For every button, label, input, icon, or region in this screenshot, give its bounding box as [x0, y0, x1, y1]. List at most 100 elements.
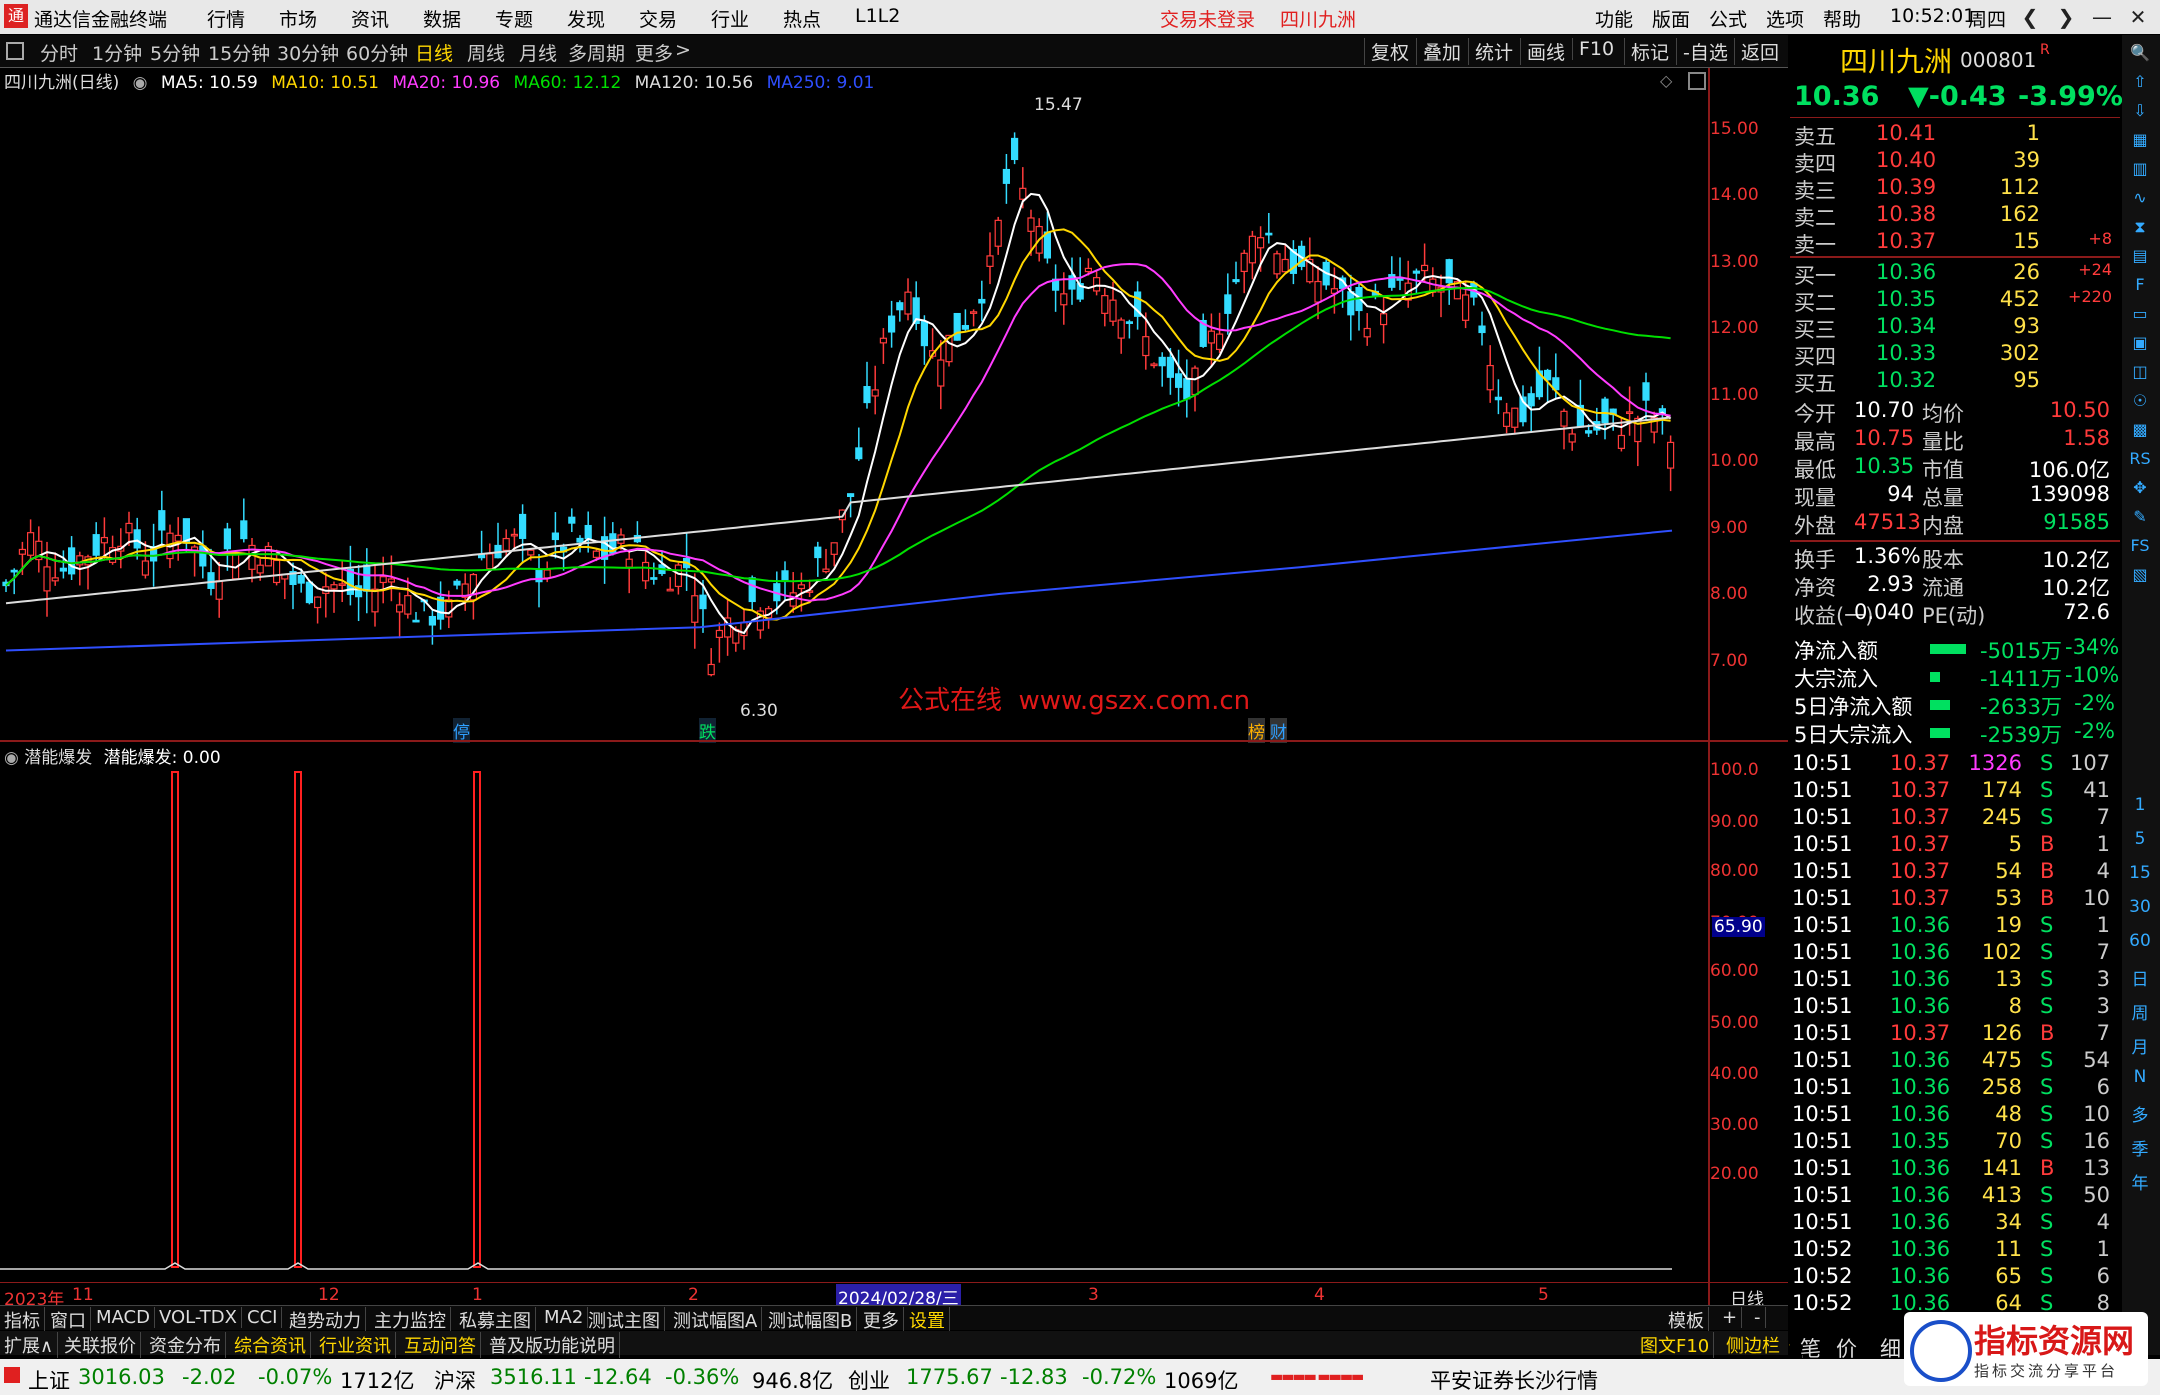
tab-muban[interactable]: 模板: [1664, 1307, 1709, 1333]
tab-kuozhan[interactable]: 扩展∧: [0, 1332, 59, 1358]
tab-vol-tdx[interactable]: VOL-TDX: [155, 1307, 242, 1328]
list-icon[interactable]: ▤: [2126, 246, 2154, 270]
menu-shichang[interactable]: 市场: [279, 5, 317, 32]
sh-name[interactable]: 上证: [28, 1365, 70, 1395]
finance-icon[interactable]: F: [2126, 275, 2154, 299]
kline-chart[interactable]: [0, 95, 1712, 745]
timer-icon[interactable]: ⧗: [2126, 217, 2154, 241]
chart-window-icon[interactable]: [1688, 72, 1706, 90]
btn-huaxian[interactable]: 画线: [1520, 38, 1571, 65]
fs-icon[interactable]: FS: [2126, 536, 2154, 560]
menu-bangzhu[interactable]: 帮助: [1823, 5, 1861, 32]
window-toggle-icon[interactable]: [6, 42, 24, 60]
tab-guanlian[interactable]: 关联报价: [60, 1332, 141, 1358]
btn-zixuan[interactable]: -自选: [1676, 38, 1734, 65]
period-shortcut[interactable]: N: [2126, 1067, 2154, 1091]
down-arrow-icon[interactable]: ⇩: [2126, 101, 2154, 125]
period-1min[interactable]: 1分钟: [92, 39, 142, 66]
menu-l1l2[interactable]: L1L2: [855, 5, 900, 27]
period-monthly[interactable]: 月线: [519, 39, 557, 66]
tab-chuangkou[interactable]: 窗口: [46, 1307, 91, 1333]
menu-gongshi[interactable]: 公式: [1709, 5, 1747, 32]
tab-hangye-zixun[interactable]: 行业资讯: [315, 1332, 396, 1358]
cy-name[interactable]: 创业: [848, 1365, 890, 1395]
period-30min[interactable]: 30分钟: [277, 39, 339, 66]
pen-icon[interactable]: ✎: [2126, 507, 2154, 531]
tab-gengduo[interactable]: 更多: [859, 1307, 904, 1333]
panel-divider[interactable]: [0, 740, 1788, 742]
period-shortcut[interactable]: 30: [2126, 897, 2154, 921]
tab-qushi[interactable]: 趋势动力: [285, 1307, 366, 1333]
period-shortcut[interactable]: 5: [2126, 829, 2154, 853]
menu-shuju[interactable]: 数据: [423, 5, 461, 32]
period-fenshi[interactable]: 分时: [40, 39, 78, 66]
tab-zhuli[interactable]: 主力监控: [370, 1307, 451, 1333]
period-shortcut[interactable]: 月: [2126, 1033, 2154, 1058]
period-shortcut[interactable]: 年: [2126, 1169, 2154, 1194]
period-shortcut[interactable]: 周: [2126, 999, 2154, 1024]
broker-name[interactable]: 平安证券长沙行情: [1430, 1365, 1598, 1395]
btn-biaoji[interactable]: 标记: [1624, 38, 1675, 65]
menu-hangqing[interactable]: 行情: [207, 5, 245, 32]
menu-redian[interactable]: 热点: [783, 5, 821, 32]
link-bi[interactable]: 笔: [1800, 1333, 1821, 1363]
zoom-out-button[interactable]: -: [1750, 1307, 1766, 1328]
tab-cci[interactable]: CCI: [243, 1307, 283, 1328]
menu-faxian[interactable]: 发现: [567, 5, 605, 32]
split-icon[interactable]: ◫: [2126, 362, 2154, 386]
tab-hudong[interactable]: 互动问答: [400, 1332, 481, 1358]
tab-ma2[interactable]: MA2: [540, 1307, 589, 1328]
menu-banmian[interactable]: 版面: [1652, 5, 1690, 32]
back-icon[interactable]: ❮: [2012, 2, 2048, 32]
period-more[interactable]: 更多: [635, 39, 673, 66]
tab-zijin[interactable]: 资金分布: [145, 1332, 226, 1358]
menu-jiaoyi[interactable]: 交易: [639, 5, 677, 32]
zoom-in-button[interactable]: +: [1718, 1307, 1743, 1328]
period-shortcut[interactable]: 15: [2126, 863, 2154, 887]
period-shortcut[interactable]: 60: [2126, 931, 2154, 955]
period-weekly[interactable]: 周线: [467, 39, 505, 66]
indicator-chart[interactable]: [0, 760, 1712, 1280]
period-shortcut[interactable]: 日: [2126, 965, 2154, 990]
grid-icon[interactable]: ▦: [2126, 130, 2154, 154]
hs-name[interactable]: 沪深: [434, 1365, 476, 1395]
menu-zhuanti[interactable]: 专题: [495, 5, 533, 32]
table-icon[interactable]: ▥: [2126, 159, 2154, 183]
tab-macd[interactable]: MACD: [92, 1307, 155, 1328]
login-status[interactable]: 交易未登录: [1160, 5, 1255, 32]
forward-icon[interactable]: ❯: [2048, 2, 2084, 32]
settings-icon[interactable]: ◉: [133, 73, 148, 93]
period-15min[interactable]: 15分钟: [208, 39, 270, 66]
move-icon[interactable]: ✥: [2126, 478, 2154, 502]
period-daily[interactable]: 日线: [415, 39, 453, 66]
tab-ceshi-futu-b[interactable]: 测试幅图B: [764, 1307, 858, 1333]
chart-expand-icon[interactable]: ◇: [1660, 71, 1672, 90]
btn-f10[interactable]: F10: [1572, 38, 1620, 60]
tab-ceshi-futu-a[interactable]: 测试幅图A: [669, 1307, 763, 1333]
period-5min[interactable]: 5分钟: [150, 39, 200, 66]
up-arrow-icon[interactable]: ⇧: [2126, 72, 2154, 96]
search-icon[interactable]: 🔍: [2126, 43, 2154, 67]
close-icon[interactable]: ✕: [2120, 2, 2156, 32]
link-xi[interactable]: 细: [1880, 1333, 1901, 1363]
tab-zhibiao[interactable]: 指标: [0, 1307, 45, 1333]
minimize-icon[interactable]: —: [2084, 2, 2120, 32]
rsi-icon[interactable]: RS: [2126, 449, 2154, 473]
tab-simu[interactable]: 私募主图: [455, 1307, 536, 1333]
period-shortcut[interactable]: 季: [2126, 1135, 2154, 1160]
panel-icon[interactable]: ▧: [2126, 565, 2154, 589]
period-multi[interactable]: 多周期: [568, 39, 625, 66]
tab-zonghe[interactable]: 综合资讯: [230, 1332, 311, 1358]
period-60min[interactable]: 60分钟: [346, 39, 408, 66]
menu-hangye[interactable]: 行业: [711, 5, 749, 32]
btn-tongji[interactable]: 统计: [1468, 38, 1519, 65]
period-shortcut[interactable]: 多: [2126, 1101, 2154, 1126]
period-shortcut[interactable]: 1: [2126, 795, 2154, 819]
tab-ceshi-zhutu[interactable]: 测试主图: [584, 1307, 665, 1333]
btn-diejia[interactable]: 叠加: [1416, 38, 1467, 65]
link-jia[interactable]: 价: [1836, 1333, 1857, 1363]
trend-icon[interactable]: ∿: [2126, 188, 2154, 212]
window-icon[interactable]: ▭: [2126, 304, 2154, 328]
link-tuwen-f10[interactable]: 图文F10: [1636, 1332, 1715, 1358]
menu-xuanxiang[interactable]: 选项: [1766, 5, 1804, 32]
